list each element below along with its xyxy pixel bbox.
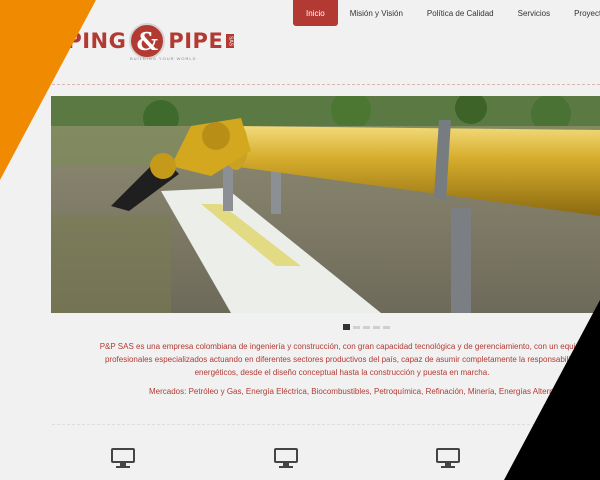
markets-text: Mercados: Petróleo y Gas, Energía Eléctr… [149, 387, 559, 396]
section-divider [52, 424, 600, 425]
main-nav: Inicio Misión y Visión Política de Calid… [293, 0, 600, 26]
monitor-icon [273, 447, 299, 469]
nav-item-servicios[interactable]: Servicios [506, 0, 562, 26]
nav-item-politica-calidad[interactable]: Política de Calidad [415, 0, 506, 26]
slider-dot-1[interactable] [343, 324, 350, 330]
site-logo[interactable]: IPING & PIPE SAS BUILDING YOUR WORLD [58, 22, 235, 61]
nav-item-proyectos[interactable]: Proyectos re [562, 0, 600, 26]
slider-dot-5[interactable] [383, 325, 390, 329]
logo-word-right: PIPE [168, 28, 224, 53]
nav-item-inicio[interactable]: Inicio [293, 0, 338, 26]
header-divider [52, 84, 600, 85]
slider-dot-4[interactable] [373, 325, 380, 329]
logo-ampersand: & [129, 23, 166, 59]
monitor-icon [110, 447, 136, 469]
slider-dot-2[interactable] [353, 325, 360, 329]
intro-line-2: profesionales especializados actuando en… [104, 355, 580, 364]
logo-suffix: SAS [226, 34, 235, 48]
slider-indicators [343, 324, 390, 330]
slider-dot-3[interactable] [363, 325, 370, 329]
intro-line-1: P&P SAS es una empresa colombiana de ing… [99, 342, 585, 351]
intro-line-3: energéticos, desde el diseño conceptual … [194, 368, 490, 377]
company-intro: P&P SAS es una empresa colombiana de ing… [92, 340, 592, 379]
logo-tagline: BUILDING YOUR WORLD [130, 56, 197, 61]
hero-slider-image[interactable] [51, 96, 600, 313]
monitor-icon [435, 447, 461, 469]
nav-item-mision-vision[interactable]: Misión y Visión [338, 0, 415, 26]
pipeline-photo [51, 96, 600, 313]
